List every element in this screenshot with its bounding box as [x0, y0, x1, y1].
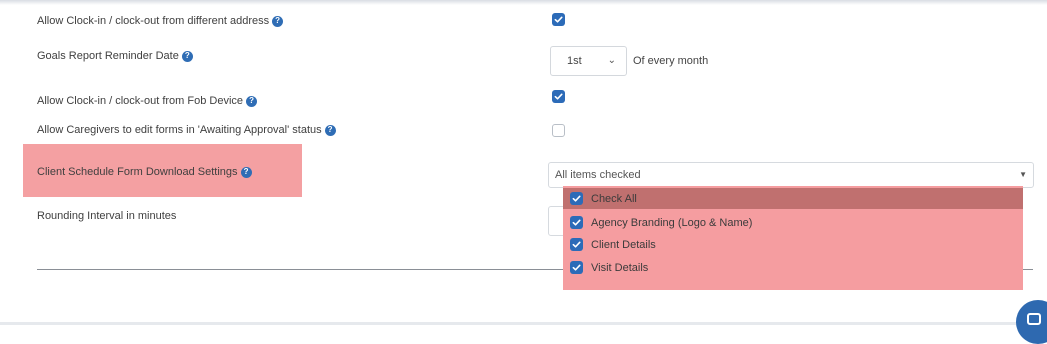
goals-report-suffix: Of every month [633, 55, 709, 67]
dropdown-item-agency-branding[interactable]: Agency Branding (Logo & Name) [563, 212, 1023, 233]
checkmark-icon [554, 93, 563, 100]
fob-device-checkbox[interactable] [552, 90, 565, 103]
fob-device-label: Allow Clock-in / clock-out from Fob Devi… [37, 95, 258, 107]
checkmark-icon [572, 241, 581, 248]
download-settings-label: Client Schedule Form Download Settings ? [37, 166, 252, 178]
clock-in-address-checkbox[interactable] [552, 13, 565, 26]
clock-in-address-label: Allow Clock-in / clock-out from differen… [37, 15, 284, 27]
help-icon[interactable]: ? [181, 50, 193, 62]
chat-button[interactable] [1016, 300, 1047, 344]
dropdown-item-check-all[interactable]: Check All [563, 188, 1023, 209]
checkmark-icon [554, 16, 563, 23]
checkmark-icon [572, 219, 581, 226]
checkmark-icon [572, 264, 581, 271]
chat-icon [1027, 313, 1041, 325]
help-icon[interactable]: ? [240, 166, 252, 178]
agency-branding-checkbox[interactable] [570, 216, 583, 229]
check-all-checkbox[interactable] [570, 192, 583, 205]
dropdown-item-client-details[interactable]: Client Details [563, 234, 1023, 255]
caregivers-edit-checkbox[interactable] [552, 124, 565, 137]
help-icon[interactable]: ? [272, 15, 284, 27]
top-edge [0, 0, 1047, 5]
goals-report-day-select[interactable]: 1st ⌄ [550, 46, 627, 76]
visit-details-checkbox[interactable] [570, 261, 583, 274]
rounding-interval-label: Rounding Interval in minutes [37, 210, 177, 222]
help-icon[interactable]: ? [324, 124, 336, 136]
download-settings-select[interactable]: All items checked ▼ [548, 162, 1034, 188]
dropdown-item-visit-details[interactable]: Visit Details [563, 257, 1023, 278]
caret-down-icon: ▼ [1019, 170, 1027, 179]
help-icon[interactable]: ? [246, 95, 258, 107]
goals-report-label: Goals Report Reminder Date ? [37, 50, 193, 62]
chevron-down-icon: ⌄ [607, 55, 616, 66]
checkmark-icon [572, 195, 581, 202]
client-details-checkbox[interactable] [570, 238, 583, 251]
download-settings-dropdown: Check All Agency Branding (Logo & Name) … [563, 186, 1023, 290]
caregivers-edit-label: Allow Caregivers to edit forms in 'Await… [37, 124, 336, 136]
